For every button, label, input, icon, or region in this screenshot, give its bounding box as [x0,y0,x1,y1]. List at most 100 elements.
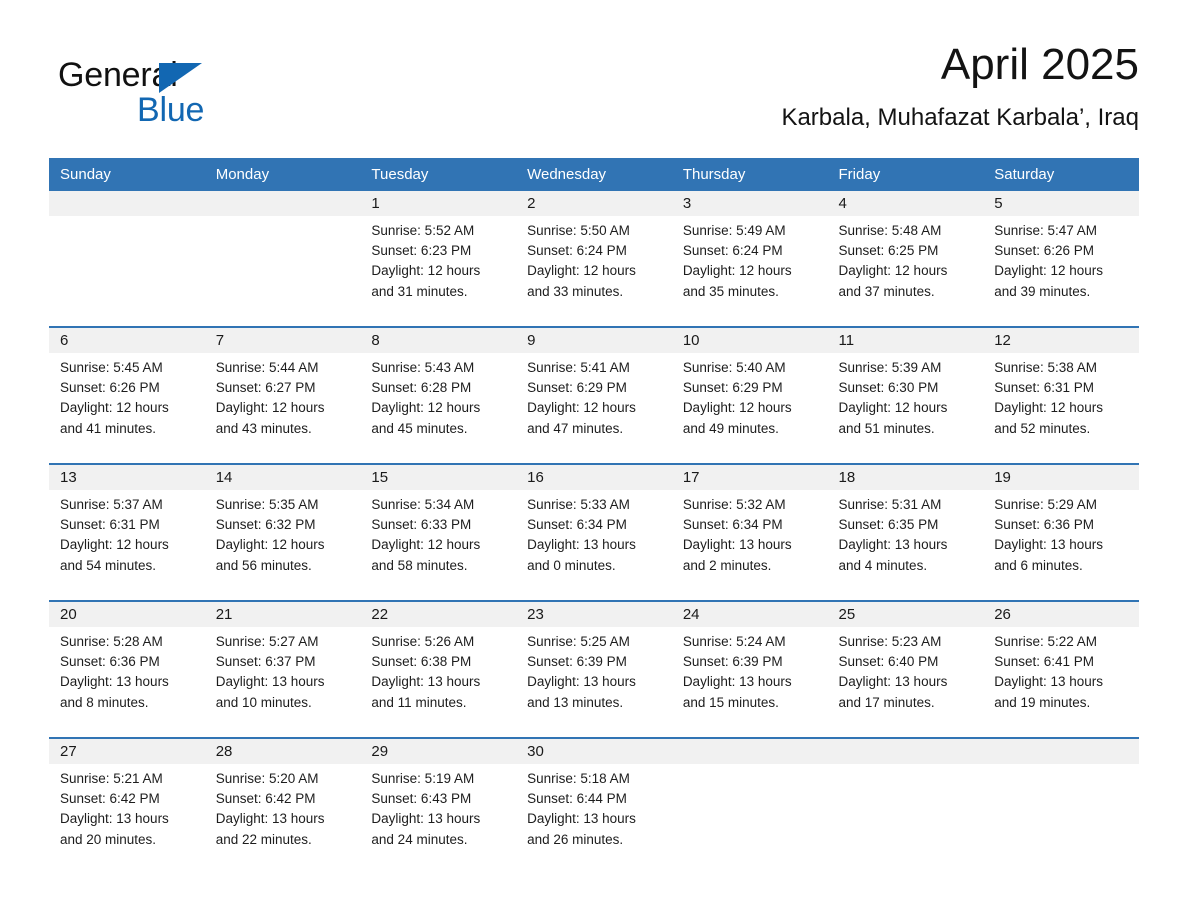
calendar-day-cell[interactable]: 28 Sunrise: 5:20 AM Sunset: 6:42 PM Dayligh… [204,737,361,874]
day-details: Sunrise: 5:43 AM Sunset: 6:28 PM Daylight:… [360,353,516,439]
day-details: Sunrise: 5:24 AM Sunset: 6:39 PM Daylight:… [672,627,828,713]
day-details: Sunrise: 5:50 AM Sunset: 6:24 PM Daylight:… [516,216,672,302]
calendar-day-cell[interactable]: 15 Sunrise: 5:34 AM Sunset: 6:33 PM Dayligh… [360,463,517,601]
day-details: Sunrise: 5:38 AM Sunset: 6:31 PM Daylight:… [983,353,1139,439]
sunrise-text: Sunrise: 5:38 AM [994,360,1098,375]
calendar-day-cell[interactable]: 16 Sunrise: 5:33 AM Sunset: 6:34 PM Dayligh… [516,463,672,601]
sunset-text: Sunset: 6:32 PM [215,517,316,533]
day-details: Sunrise: 5:22 AM Sunset: 6:41 PM Daylight:… [983,627,1139,713]
daylight-text-line2: and 2 minutes. [682,557,772,573]
daylight-text-line2: and 54 minutes. [60,557,157,573]
daylight-text-line2: and 43 minutes. [215,420,312,436]
daylight-text-line1: Daylight: 13 hours [215,674,325,690]
calendar-day-cell[interactable]: 21 Sunrise: 5:27 AM Sunset: 6:37 PM Dayligh… [204,600,361,738]
day-number: 17 [671,465,828,490]
calendar-day-cell[interactable]: 10 Sunrise: 5:40 AM Sunset: 6:29 PM Dayligh… [671,326,828,464]
day-number: 15 [360,465,517,490]
calendar-day-cell[interactable]: 30 Sunrise: 5:18 AM Sunset: 6:44 PM Dayligh… [516,737,672,874]
daylight-text-line2: and 0 minutes. [527,557,616,573]
calendar-day-cell[interactable]: 14 Sunrise: 5:35 AM Sunset: 6:32 PM Dayligh… [204,463,361,601]
day-number: 1 [360,191,517,216]
weekday-header-sunday: Sunday [49,158,205,191]
day-details: Sunrise: 5:32 AM Sunset: 6:34 PM Daylight:… [672,490,828,576]
day-details: Sunrise: 5:31 AM Sunset: 6:35 PM Daylight:… [828,490,984,576]
sunrise-text: Sunrise: 5:52 AM [371,223,475,238]
calendar-day-cell[interactable]: 20 Sunrise: 5:28 AM Sunset: 6:36 PM Dayligh… [49,600,205,738]
day-details: Sunrise: 5:39 AM Sunset: 6:30 PM Daylight:… [828,353,984,439]
day-details: Sunrise: 5:35 AM Sunset: 6:32 PM Daylight:… [205,490,361,576]
general-blue-logo: General Blue [58,55,258,131]
calendar-day-cell[interactable]: 2 Sunrise: 5:50 AM Sunset: 6:24 PM Daylight… [516,191,672,327]
daylight-text-line1: Daylight: 13 hours [60,674,169,690]
sunrise-text: Sunrise: 5:21 AM [60,771,163,786]
sunrise-sunset-calendar: Sunday Monday Tuesday Wednesday Thursday Frid… [49,158,1139,874]
daylight-text-line2: and 52 minutes. [994,420,1091,436]
calendar-day-cell[interactable]: 24 Sunrise: 5:24 AM Sunset: 6:39 PM Dayligh… [671,600,828,738]
day-details: Sunrise: 5:44 AM Sunset: 6:27 PM Daylight:… [205,353,361,439]
day-number: 2 [516,191,672,216]
calendar-day-cell[interactable]: 29 Sunrise: 5:19 AM Sunset: 6:43 PM Dayligh… [360,737,517,874]
calendar-day-cell[interactable]: 19 Sunrise: 5:29 AM Sunset: 6:36 PM Dayligh… [983,463,1139,601]
calendar-day-cell[interactable]: 12 Sunrise: 5:38 AM Sunset: 6:31 PM Dayligh… [983,326,1139,464]
calendar-day-cell[interactable]: 9 Sunrise: 5:41 AM Sunset: 6:29 PM Daylight… [516,326,672,464]
calendar-day-cell[interactable]: 3 Sunrise: 5:49 AM Sunset: 6:24 PM Daylight… [671,191,828,327]
calendar-day-cell[interactable]: 26 Sunrise: 5:22 AM Sunset: 6:41 PM Dayligh… [983,600,1139,738]
day-details: Sunrise: 5:25 AM Sunset: 6:39 PM Daylight:… [516,627,672,713]
day-details: Sunrise: 5:33 AM Sunset: 6:34 PM Daylight:… [516,490,672,576]
sunset-text: Sunset: 6:43 PM [371,791,472,807]
day-details: Sunrise: 5:21 AM Sunset: 6:42 PM Daylight:… [49,764,205,850]
calendar-day-cell[interactable]: 22 Sunrise: 5:26 AM Sunset: 6:38 PM Dayligh… [360,600,517,738]
sunset-text: Sunset: 6:34 PM [527,517,627,533]
daylight-text-line1: Daylight: 12 hours [682,400,792,416]
calendar-day-cell[interactable]: 8 Sunrise: 5:43 AM Sunset: 6:28 PM Daylight… [360,326,517,464]
sunrise-text: Sunrise: 5:25 AM [527,634,630,649]
sunrise-text: Sunrise: 5:50 AM [527,223,630,238]
calendar-day-cell[interactable]: 4 Sunrise: 5:48 AM Sunset: 6:25 PM Daylight… [827,191,984,327]
calendar-day-cell[interactable]: 25 Sunrise: 5:23 AM Sunset: 6:40 PM Dayligh… [827,600,984,738]
calendar-day-cell[interactable]: 17 Sunrise: 5:32 AM Sunset: 6:34 PM Dayligh… [671,463,828,601]
sunset-text: Sunset: 6:40 PM [838,654,939,670]
sunset-text: Sunset: 6:44 PM [527,791,627,807]
calendar-day-cell[interactable]: 6 Sunrise: 5:45 AM Sunset: 6:26 PM Daylight… [49,326,205,464]
day-details: Sunrise: 5:26 AM Sunset: 6:38 PM Daylight:… [360,627,516,713]
calendar-day-cell[interactable]: 7 Sunrise: 5:44 AM Sunset: 6:27 PM Daylight… [204,326,361,464]
daylight-text-line1: Daylight: 13 hours [527,811,636,827]
calendar-day-cell[interactable]: 23 Sunrise: 5:25 AM Sunset: 6:39 PM Dayligh… [516,600,672,738]
daylight-text-line2: and 15 minutes. [682,694,779,710]
calendar-day-cell[interactable]: 13 Sunrise: 5:37 AM Sunset: 6:31 PM Dayligh… [49,463,205,601]
day-number: 22 [360,602,517,627]
daylight-text-line1: Daylight: 12 hours [215,537,325,553]
day-number: 25 [827,602,984,627]
calendar-cell-empty [827,737,984,874]
daylight-text-line1: Daylight: 12 hours [682,263,792,279]
day-details: Sunrise: 5:40 AM Sunset: 6:29 PM Daylight:… [672,353,828,439]
sunrise-text: Sunrise: 5:32 AM [682,497,786,512]
sunrise-text: Sunrise: 5:47 AM [994,223,1098,238]
sunset-text: Sunset: 6:42 PM [60,791,160,807]
calendar-week-row: 20 Sunrise: 5:28 AM Sunset: 6:36 PM Dayligh… [49,600,1139,738]
daylight-text-line2: and 6 minutes. [994,557,1083,573]
daylight-text-line2: and 11 minutes. [371,694,467,710]
sunset-text: Sunset: 6:28 PM [371,380,472,396]
daylight-text-line2: and 58 minutes. [371,557,468,573]
daylight-text-line1: Daylight: 13 hours [371,674,481,690]
sunrise-text: Sunrise: 5:31 AM [838,497,942,512]
weekday-header-monday: Monday [204,158,361,191]
daylight-text-line1: Daylight: 13 hours [994,537,1104,553]
calendar-cell-empty [49,191,205,327]
sunrise-text: Sunrise: 5:39 AM [838,360,942,375]
calendar-day-cell[interactable]: 1 Sunrise: 5:52 AM Sunset: 6:23 PM Daylight… [360,191,517,327]
daylight-text-line2: and 33 minutes. [527,283,624,299]
day-number: 12 [983,328,1139,353]
calendar-day-cell[interactable]: 18 Sunrise: 5:31 AM Sunset: 6:35 PM Dayligh… [827,463,984,601]
day-number: 26 [983,602,1139,627]
calendar-day-cell[interactable]: 5 Sunrise: 5:47 AM Sunset: 6:26 PM Daylight… [983,191,1139,327]
calendar-day-cell[interactable]: 27 Sunrise: 5:21 AM Sunset: 6:42 PM Dayligh… [49,737,205,874]
day-details: Sunrise: 5:48 AM Sunset: 6:25 PM Daylight:… [828,216,984,302]
daylight-text-line2: and 45 minutes. [371,420,468,436]
daylight-text-line1: Daylight: 12 hours [371,263,481,279]
calendar-day-cell[interactable]: 11 Sunrise: 5:39 AM Sunset: 6:30 PM Dayligh… [827,326,984,464]
daylight-text-line1: Daylight: 13 hours [527,537,636,553]
day-number: 13 [49,465,205,490]
calendar-cell-empty [204,191,361,327]
